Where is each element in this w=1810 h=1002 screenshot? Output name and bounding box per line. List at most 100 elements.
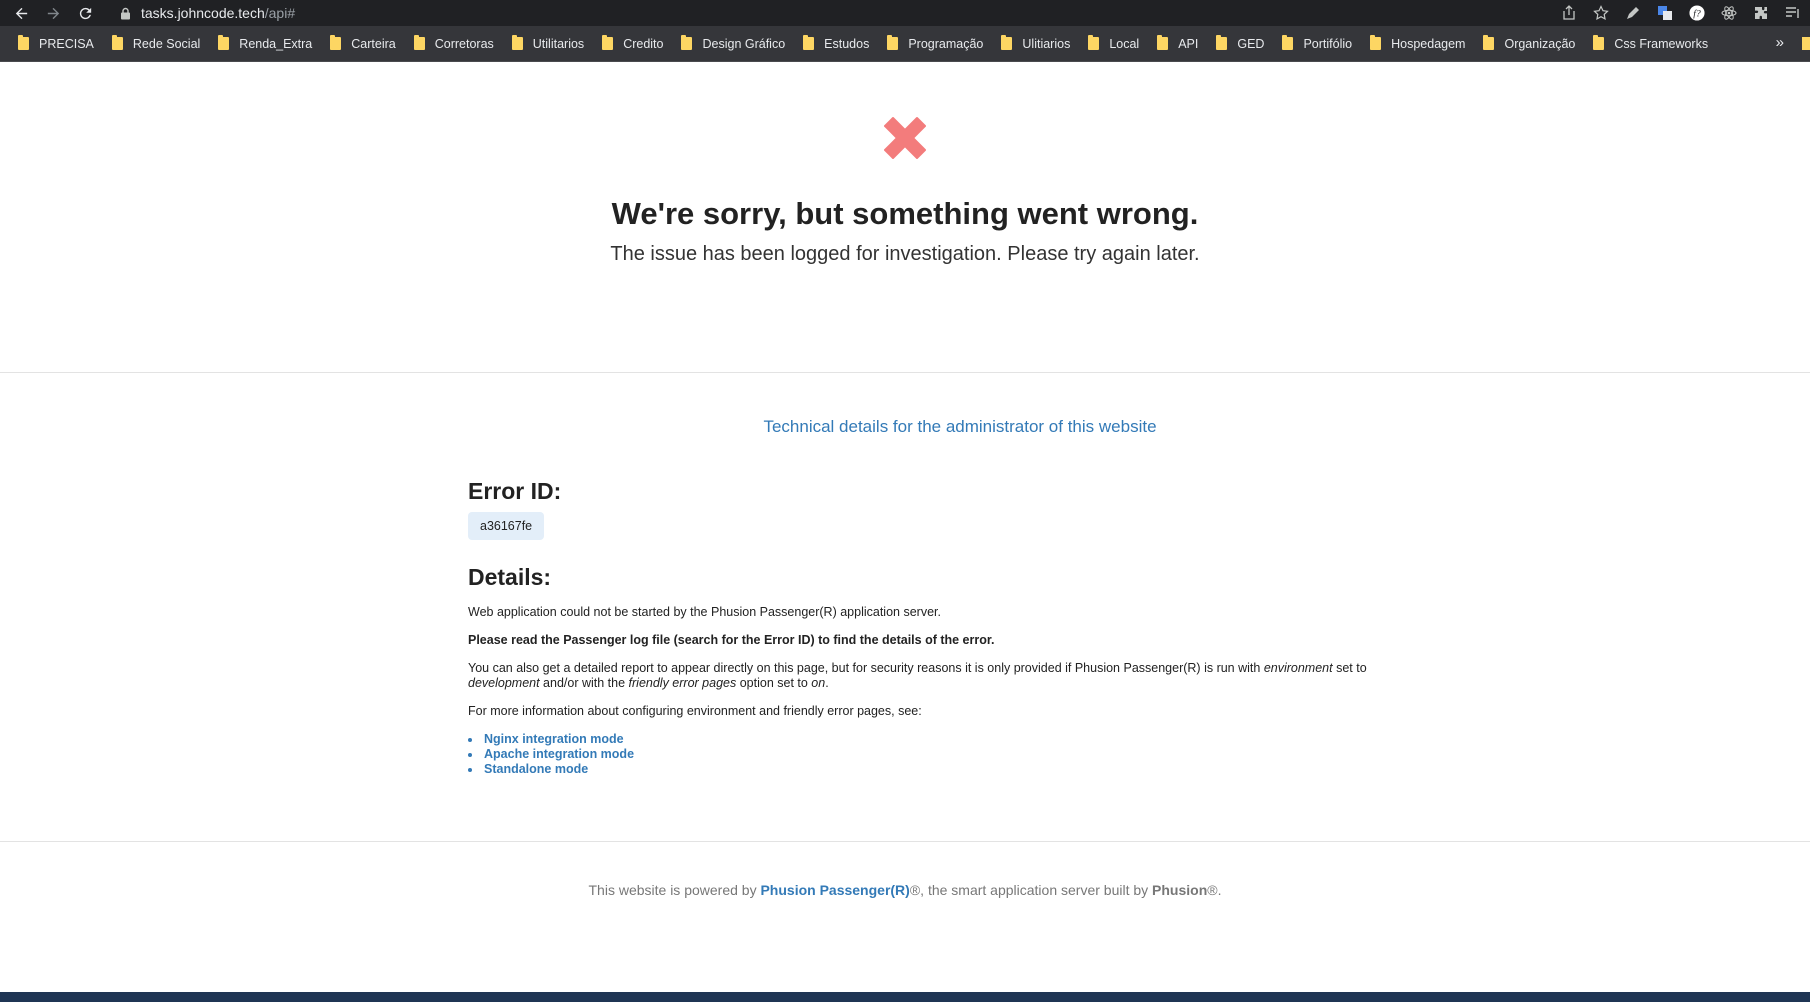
arrow-right-icon [47, 7, 59, 19]
apache-integration-link[interactable]: Apache integration mode [484, 747, 634, 762]
bookmark-folder[interactable]: Programação [887, 35, 984, 51]
bookmark-label: Hospedagem [1391, 36, 1466, 51]
bookmarks-bar: PRECISA Rede Social Renda_Extra Carteira Cor… [0, 26, 1810, 62]
font-extension-icon[interactable]: f? [1688, 4, 1706, 22]
folder-icon [111, 35, 123, 50]
bookmark-label: Utilitarios [532, 36, 585, 51]
details-paragraph-4: For more information about configuring e… [468, 704, 922, 718]
translate-extension-icon[interactable] [1656, 4, 1674, 22]
bookmark-label: Design Gráfico [702, 36, 786, 51]
folder-icon [803, 35, 815, 50]
technical-details: Technical details for the administrator … [0, 373, 1810, 842]
bookmark-label: Carteira [351, 36, 396, 51]
details-heading: Details: [468, 564, 552, 590]
bookmark-folder[interactable]: Local [1088, 35, 1140, 51]
bookmark-label: Renda_Extra [239, 36, 313, 51]
error-id-badge: a36167fe [468, 512, 545, 540]
list-item[interactable]: Apache integration mode [468, 747, 1408, 762]
bookmark-label: Ulitiarios [1022, 36, 1071, 51]
bookmark-folder[interactable]: Design Gráfico [681, 35, 786, 51]
folder-icon [1282, 35, 1294, 50]
bookmark-folder[interactable]: Renda_Extra [218, 35, 313, 51]
error-id-heading: Error ID: [468, 478, 562, 504]
folder-icon [1370, 35, 1382, 50]
error-page: We're sorry, but something went wrong. T… [0, 62, 1810, 992]
bookmark-folder[interactable]: Organização [1483, 35, 1576, 51]
back-button[interactable] [8, 1, 34, 25]
error-x-icon [877, 110, 933, 166]
browser-toolbar: tasks.johncode.tech/api# f? [0, 0, 1810, 26]
svg-text:f?: f? [1693, 9, 1701, 20]
phusion-passenger-link[interactable]: Phusion Passenger(R) [760, 882, 909, 898]
bookmark-folder[interactable]: Carteira [330, 35, 396, 51]
folder-icon [511, 35, 523, 50]
bookmark-folder[interactable]: Rede Social [111, 35, 201, 51]
folder-icon [887, 35, 899, 50]
details-paragraph-1: Web application could not be started by … [468, 605, 941, 619]
folder-icon [602, 35, 614, 50]
url-host: tasks.johncode.tech [141, 5, 265, 21]
folder-icon [1157, 35, 1169, 50]
bookmark-label: Local [1109, 36, 1140, 51]
folder-icon [1593, 35, 1605, 50]
bookmark-label: Corretoras [434, 36, 494, 51]
bookmark-folder[interactable]: API [1157, 35, 1199, 51]
arrow-left-icon [15, 7, 27, 19]
bookmark-label: Estudos [824, 36, 870, 51]
bookmark-folder[interactable]: GED [1216, 35, 1265, 51]
docs-link-list: Nginx integration mode Apache integratio… [468, 732, 1408, 777]
bookmark-label: Rede Social [132, 36, 201, 51]
bookmark-folder[interactable]: Hospedagem [1370, 35, 1466, 51]
bookmarks-overflow-folder-icon[interactable] [1802, 37, 1810, 50]
bookmark-folder[interactable]: Corretoras [413, 35, 494, 51]
bookmarks-more-chevron-icon[interactable]: » [1776, 34, 1784, 51]
react-extension-icon[interactable] [1720, 4, 1738, 22]
details-paragraph-3: You can also get a detailed report to ap… [468, 661, 1367, 690]
folder-icon [1001, 35, 1013, 50]
puzzle-extensions-icon[interactable] [1752, 4, 1770, 22]
bookmark-folder[interactable]: Portifólio [1282, 35, 1353, 51]
technical-details-link[interactable]: Technical details for the administrator … [763, 417, 1156, 437]
reload-icon [79, 7, 91, 19]
bookmark-label: API [1178, 36, 1199, 51]
folder-icon [413, 35, 425, 50]
bookmark-label: Programação [908, 36, 984, 51]
bookmark-label: PRECISA [39, 36, 94, 51]
details-paragraph-2: Please read the Passenger log file (sear… [468, 633, 995, 647]
pen-extension-icon[interactable] [1624, 4, 1642, 22]
folder-icon [1216, 35, 1228, 50]
bookmark-label: GED [1237, 36, 1265, 51]
folder-icon [681, 35, 693, 50]
bookmark-label: Organização [1504, 36, 1576, 51]
list-item[interactable]: Nginx integration mode [468, 732, 1408, 747]
bookmark-folder[interactable]: Estudos [803, 35, 870, 51]
bookmark-folder[interactable]: Credito [602, 35, 664, 51]
error-hero: We're sorry, but something went wrong. T… [0, 62, 1810, 373]
list-item[interactable]: Standalone mode [468, 762, 1408, 777]
url-path: /api# [264, 5, 296, 21]
share-icon[interactable] [1560, 4, 1578, 22]
star-icon[interactable] [1592, 4, 1610, 22]
bookmark-label: Portifólio [1303, 36, 1353, 51]
standalone-mode-link[interactable]: Standalone mode [484, 762, 588, 777]
reload-button[interactable] [72, 1, 98, 25]
folder-icon [18, 35, 29, 50]
bookmark-folder[interactable]: Css Frameworks [1593, 35, 1709, 51]
bookmark-folder[interactable]: Ulitiarios [1001, 35, 1071, 51]
folder-icon [330, 35, 342, 50]
error-subtitle: The issue has been logged for investigat… [610, 243, 1200, 265]
bookmark-label: Credito [623, 36, 664, 51]
bookmark-folder[interactable]: PRECISA [18, 35, 94, 51]
nginx-integration-link[interactable]: Nginx integration mode [484, 732, 624, 747]
bookmark-folder[interactable]: Utilitarios [511, 35, 585, 51]
reading-list-icon[interactable] [1784, 4, 1802, 22]
page-footer: This website is powered by Phusion Passe… [588, 882, 1222, 898]
os-taskbar [0, 992, 1810, 1002]
bookmark-label: Css Frameworks [1614, 36, 1709, 51]
folder-icon [218, 35, 230, 50]
folder-icon [1088, 35, 1100, 50]
address-bar[interactable]: tasks.johncode.tech/api# [120, 5, 295, 21]
phusion-text: Phusion [1152, 882, 1208, 898]
error-title: We're sorry, but something went wrong. [611, 196, 1199, 231]
forward-button[interactable] [40, 1, 66, 25]
